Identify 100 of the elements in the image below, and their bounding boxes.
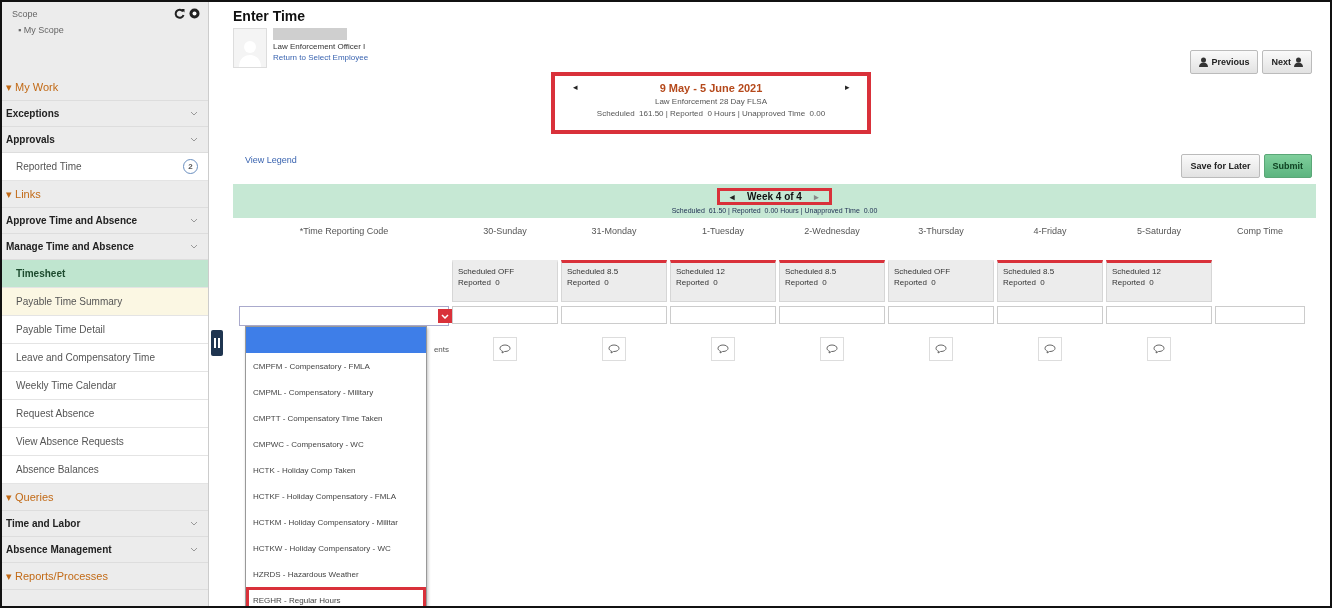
hours-input[interactable] <box>1215 306 1305 324</box>
legend-link[interactable]: View Legend <box>245 155 297 165</box>
dropdown-option[interactable]: CMPML - Compensatory - Military <box>246 379 426 405</box>
chevron-down-icon[interactable] <box>190 218 198 223</box>
dropdown-option[interactable]: CMPFM - Compensatory - FMLA <box>246 353 426 379</box>
return-link[interactable]: Return to Select Employee <box>273 53 369 62</box>
chevron-down-icon[interactable] <box>190 547 198 552</box>
chevron-down-icon[interactable] <box>190 111 198 116</box>
column-header: 2-Wednesday <box>803 226 861 238</box>
save-for-later-button[interactable]: Save for Later <box>1181 154 1260 178</box>
chevron-down-icon[interactable] <box>190 244 198 249</box>
group-label: Time and Labor <box>6 518 81 529</box>
hours-input[interactable] <box>1106 306 1212 324</box>
dropdown-option[interactable]: HCTKM - Holiday Compensatory - Militar <box>246 509 426 535</box>
period-totals: Scheduled 161.50 | Reported 0 Hours | Unapproved Time 0.00 <box>596 109 826 118</box>
dropdown-option[interactable]: CMPWC - Compensatory - WC <box>246 431 426 457</box>
group-label: Approve Time and Absence <box>6 215 138 226</box>
next-period-arrow[interactable]: ▸ <box>827 82 867 92</box>
hours-input[interactable] <box>561 306 667 324</box>
collapse-handle[interactable] <box>211 330 223 356</box>
menu-link[interactable]: Payable Time Detail <box>2 316 208 344</box>
scheduled-hours: Scheduled 12 <box>676 267 726 276</box>
menu-group[interactable]: Time and Labor <box>2 511 208 537</box>
reported-hours: Reported 0 <box>567 278 610 287</box>
previous-week-arrow[interactable]: ◂ <box>730 191 736 202</box>
menu-group[interactable]: Approve Time and Absence <box>2 208 208 234</box>
dropdown-button[interactable] <box>438 309 452 323</box>
link-label: Payable Time Detail <box>16 324 105 335</box>
schedule-name: Law Enforcement 28 Day FLSA <box>654 97 768 106</box>
reported-hours: Reported 0 <box>894 278 937 287</box>
column-header: 1-Tuesday <box>700 226 746 238</box>
dropdown-option[interactable]: CMPTT - Compensatory Time Taken <box>246 405 426 431</box>
person-icon <box>1294 57 1303 67</box>
column-header: 5-Saturday <box>1136 226 1182 238</box>
dropdown-option[interactable]: HZRDS - Hazardous Weather <box>246 561 426 587</box>
dropdown-option[interactable]: HCTKF - Holiday Compensatory - FMLA <box>246 483 426 509</box>
hours-input[interactable] <box>452 306 558 324</box>
refresh-icon[interactable] <box>174 8 185 19</box>
column-header: 3-Thursday <box>917 226 965 238</box>
submit-button[interactable]: Submit <box>1263 154 1312 178</box>
menu-link[interactable]: Request Absence <box>2 400 208 428</box>
chevron-down-icon[interactable] <box>190 137 198 142</box>
chevron-down-icon <box>441 313 449 319</box>
hours-input[interactable] <box>888 306 994 324</box>
link-label: Timesheet <box>16 268 66 279</box>
hours-input[interactable] <box>997 306 1103 324</box>
column-header: 31-Monday <box>590 226 638 238</box>
comment-icon[interactable] <box>493 337 517 361</box>
menu-link[interactable]: Weekly Time Calendar <box>2 372 208 400</box>
settings-icon[interactable] <box>189 8 200 19</box>
page-title: Enter Time <box>233 8 307 24</box>
scheduled-hours: Scheduled 8.5 <box>785 267 838 276</box>
group-label: Absence Management <box>6 544 112 555</box>
time-reporting-code-select[interactable] <box>239 306 449 326</box>
dropdown-option[interactable]: HCTK - Holiday Comp Taken <box>246 457 426 483</box>
chevron-down-icon[interactable] <box>190 521 198 526</box>
scope-label: Scope <box>12 8 38 19</box>
reported-hours: Reported 0 <box>1112 278 1155 287</box>
link-label: Payable Time Summary <box>16 296 123 307</box>
column-header: Comp Time <box>1236 226 1284 238</box>
link-label: Weekly Time Calendar <box>16 380 117 391</box>
previous-period-arrow[interactable]: ◂ <box>555 82 595 92</box>
link-label: View Absence Requests <box>16 436 124 447</box>
hours-input[interactable] <box>779 306 885 324</box>
link-label: Absence Balances <box>16 464 99 475</box>
comment-icon[interactable] <box>929 337 953 361</box>
scheduled-hours: Scheduled 8.5 <box>567 267 620 276</box>
menu-link[interactable]: Payable Time Summary <box>2 288 208 316</box>
scheduled-hours: Scheduled OFF <box>894 267 952 276</box>
dropdown-option[interactable]: HCTKW - Holiday Compensatory - WC <box>246 535 426 561</box>
hours-input[interactable] <box>670 306 776 324</box>
menu-link[interactable]: Timesheet <box>2 260 208 288</box>
comment-icon[interactable] <box>1147 337 1171 361</box>
scheduled-hours: Scheduled OFF <box>458 267 516 276</box>
reported-hours: Reported 0 <box>676 278 719 287</box>
menu-link[interactable]: Leave and Compensatory Time <box>2 344 208 372</box>
column-header: *Time Reporting Code <box>298 226 390 238</box>
menu-link[interactable]: Reported Time 2 <box>2 153 208 181</box>
menu-group[interactable]: Absence Management <box>2 537 208 563</box>
comment-icon[interactable] <box>602 337 626 361</box>
menu-link[interactable]: Absence Balances <box>2 456 208 484</box>
previous-button[interactable]: Previous <box>1190 50 1259 74</box>
link-label: Request Absence <box>16 408 95 419</box>
link-label: Leave and Compensatory Time <box>16 352 155 363</box>
column-header: 30-Sunday <box>482 226 528 238</box>
comment-icon[interactable] <box>1038 337 1062 361</box>
column-header: 4-Friday <box>1032 226 1068 238</box>
dropdown-option[interactable]: REGHR - Regular Hours <box>246 587 426 606</box>
period-range: 9 May - 5 June 2021 <box>659 82 763 94</box>
scope-item[interactable]: ▪ My Scope <box>12 25 200 35</box>
next-button[interactable]: Next <box>1262 50 1312 74</box>
group-label: Approvals <box>6 134 55 145</box>
reported-hours: Reported 0 <box>785 278 828 287</box>
comment-icon[interactable] <box>820 337 844 361</box>
menu-link[interactable]: View Absence Requests <box>2 428 208 456</box>
comments-label: ents <box>433 344 449 354</box>
avatar-icon <box>233 28 267 68</box>
scheduled-hours: Scheduled 8.5 <box>1003 267 1056 276</box>
menu-group[interactable]: Exceptions <box>2 101 208 127</box>
comment-icon[interactable] <box>711 337 735 361</box>
